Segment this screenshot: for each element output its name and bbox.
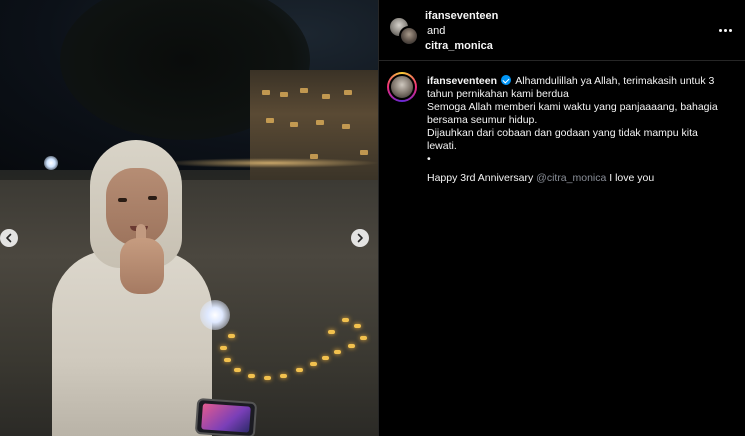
and-label: and bbox=[427, 25, 446, 37]
avatar bbox=[389, 74, 415, 100]
post-media[interactable] bbox=[0, 0, 378, 436]
collaborators-names: ifanseventeen and citra_monica bbox=[425, 9, 498, 54]
caption-line: Semoga Allah memberi kami waktu yang pan… bbox=[427, 101, 718, 126]
caption-body: ifanseventeen Alhamdulillah ya Allah, te… bbox=[427, 75, 727, 185]
caption-line: Happy 3rd Anniversary bbox=[427, 172, 534, 184]
caption-line: I love you bbox=[609, 172, 655, 184]
phone-screen bbox=[201, 403, 251, 433]
post-details-panel: ifanseventeen and citra_monica ifanseven… bbox=[379, 0, 745, 436]
previous-media-button[interactable] bbox=[0, 229, 18, 247]
avatar[interactable] bbox=[399, 26, 419, 46]
collaborator-username[interactable]: citra_monica bbox=[425, 39, 498, 54]
collaborator-username[interactable]: ifanseventeen bbox=[425, 9, 498, 24]
caption-line: Dijauhkan dari cobaan dan godaan yang ti… bbox=[427, 127, 698, 152]
caption-bullet: • bbox=[427, 153, 431, 165]
caption-username[interactable]: ifanseventeen bbox=[427, 75, 497, 87]
person-hand bbox=[120, 238, 164, 294]
more-dots-icon bbox=[718, 28, 722, 32]
chevron-left-icon bbox=[6, 233, 12, 243]
mention-link[interactable]: @citra_monica bbox=[536, 172, 606, 184]
more-options-button[interactable] bbox=[715, 22, 735, 38]
candle-heart bbox=[218, 318, 378, 398]
person-eye-right bbox=[148, 196, 157, 200]
verified-badge-icon bbox=[500, 75, 511, 85]
person-figure bbox=[52, 140, 212, 436]
phone-in-hand bbox=[194, 397, 258, 436]
post-header: ifanseventeen and citra_monica bbox=[379, 0, 745, 61]
caption-avatar[interactable] bbox=[387, 72, 417, 102]
collaborator-avatars[interactable] bbox=[389, 17, 419, 46]
chevron-right-icon bbox=[357, 233, 363, 243]
person-eye-left bbox=[118, 198, 127, 202]
next-media-button[interactable] bbox=[351, 229, 369, 247]
